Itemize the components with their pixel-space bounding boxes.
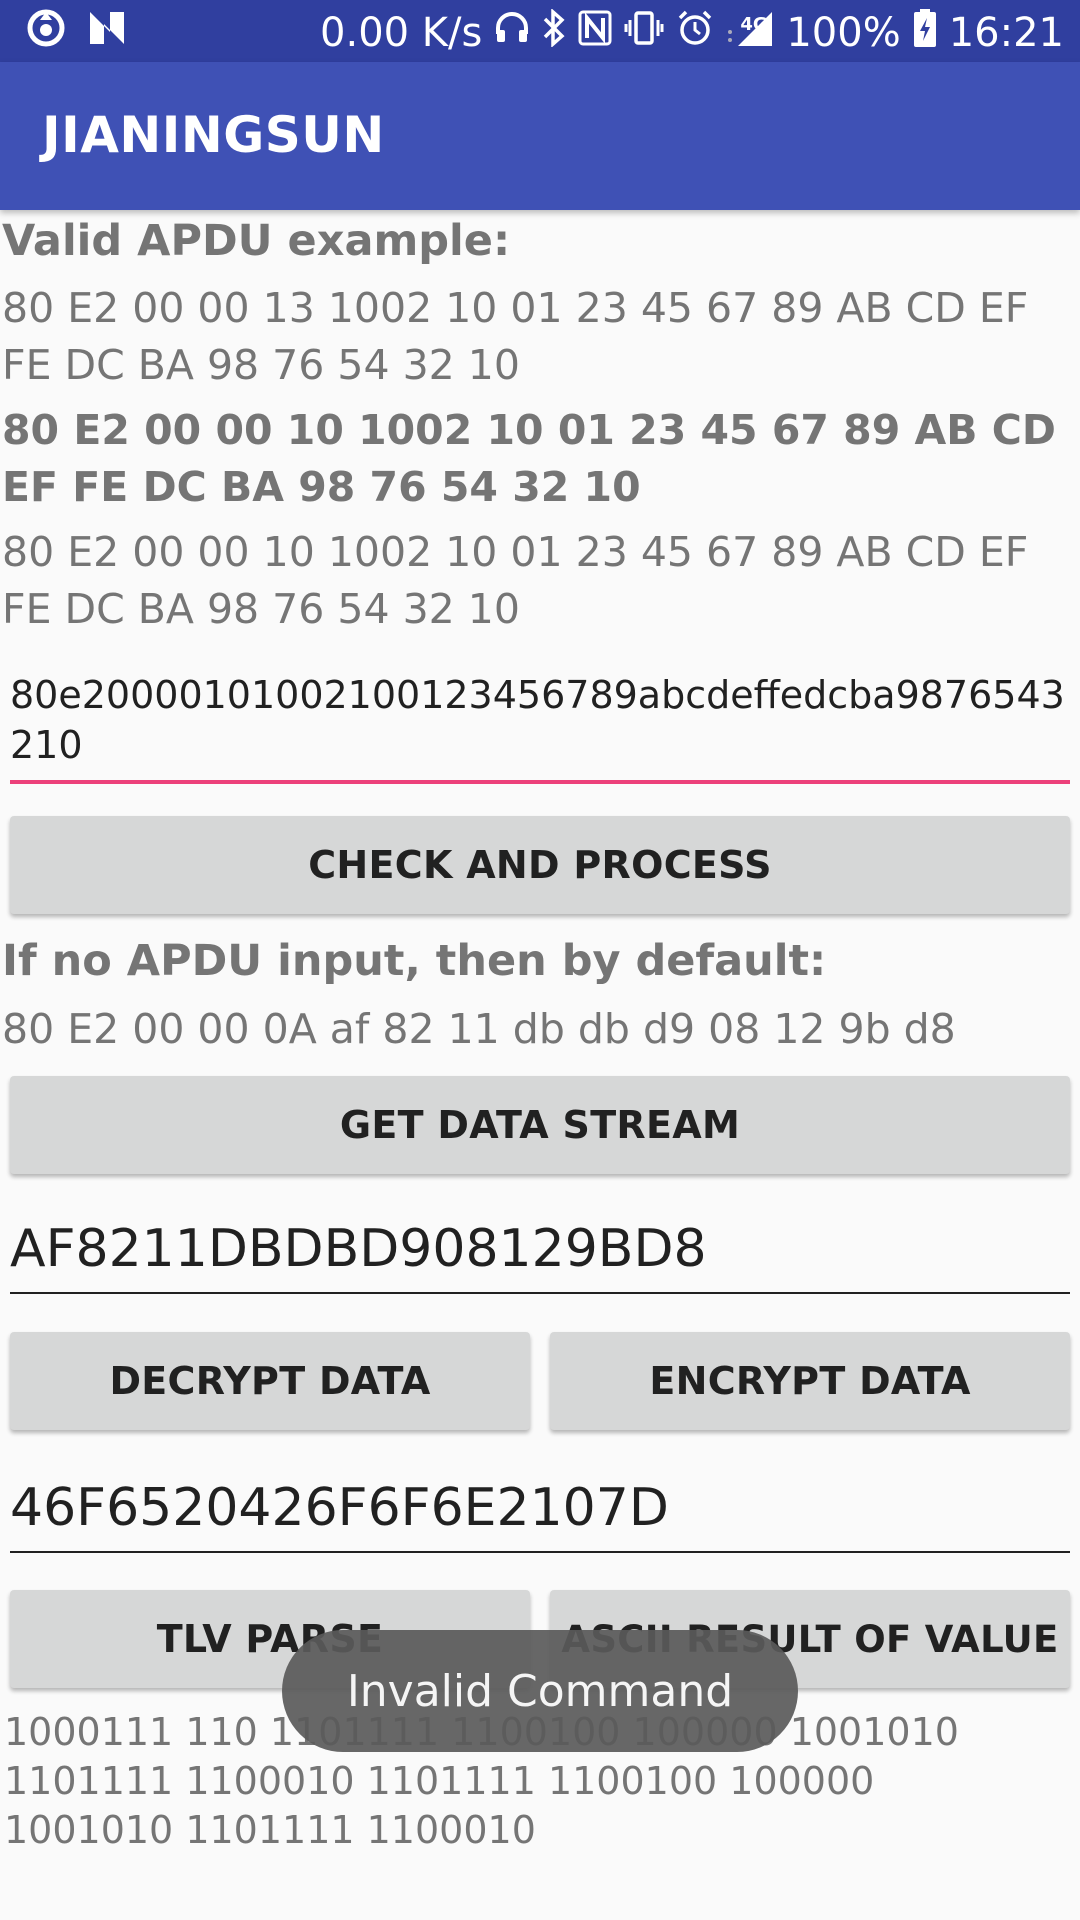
alarm-icon [676, 9, 714, 57]
status-bar: 0.00 K/s 4G 100% 16:21 [0, 0, 1080, 62]
default-heading: If no APDU input, then by default: [2, 936, 827, 986]
apdu-input-value[interactable]: 80e20000101002100123456789abcdeffedcba98… [10, 670, 1070, 770]
battery-charging-icon [913, 8, 937, 58]
check-and-process-button[interactable]: CHECK AND PROCESS [10, 816, 1070, 914]
app-bar: JIANINGSUN [0, 62, 1080, 210]
battery-percent: 100% [786, 10, 901, 56]
example-line-3: 80 E2 00 00 10 1002 10 01 23 45 67 89 AB… [2, 528, 1029, 633]
result-underline [10, 1551, 1070, 1553]
nfc-icon [578, 10, 612, 56]
encrypt-data-button[interactable]: ENCRYPT DATA [550, 1332, 1070, 1430]
default-apdu-value: 80 E2 00 00 0A af 82 11 db db d9 08 12 9… [2, 1005, 956, 1053]
apdu-input-underline [10, 780, 1070, 784]
network-type: 4G [740, 14, 768, 35]
data-stream-value[interactable]: AF8211DBDBD908129BD8 [10, 1216, 1070, 1282]
clock: 16:21 [948, 10, 1064, 56]
get-data-stream-button[interactable]: GET DATA STREAM [10, 1076, 1070, 1174]
toast-message: Invalid Command [282, 1630, 798, 1752]
bluetooth-icon [542, 8, 566, 57]
decrypt-data-button[interactable]: DECRYPT DATA [10, 1332, 530, 1430]
result-value[interactable]: 46F6520426F6F6E2107D [10, 1475, 1070, 1541]
examples-heading: Valid APDU example: [2, 216, 511, 266]
example-line-2: 80 E2 00 00 10 1002 10 01 23 45 67 89 AB… [2, 406, 1056, 511]
app-title: JIANINGSUN [42, 106, 385, 164]
data-stream-field[interactable]: AF8211DBDBD908129BD8 [10, 1216, 1070, 1294]
signal-4g-icon: 4G [726, 8, 774, 58]
headphones-icon [494, 10, 530, 56]
apdu-input[interactable]: 80e20000101002100123456789abcdeffedcba98… [10, 670, 1070, 784]
network-speed: 0.00 K/s [320, 10, 483, 56]
n-logo-icon [88, 10, 128, 56]
result-field[interactable]: 46F6520426F6F6E2107D [10, 1475, 1070, 1553]
data-stream-underline [10, 1292, 1070, 1294]
example-line-1: 80 E2 00 00 13 1002 10 01 23 45 67 89 AB… [2, 284, 1029, 389]
vibrate-icon [624, 10, 664, 56]
gear-sync-icon [26, 8, 66, 58]
